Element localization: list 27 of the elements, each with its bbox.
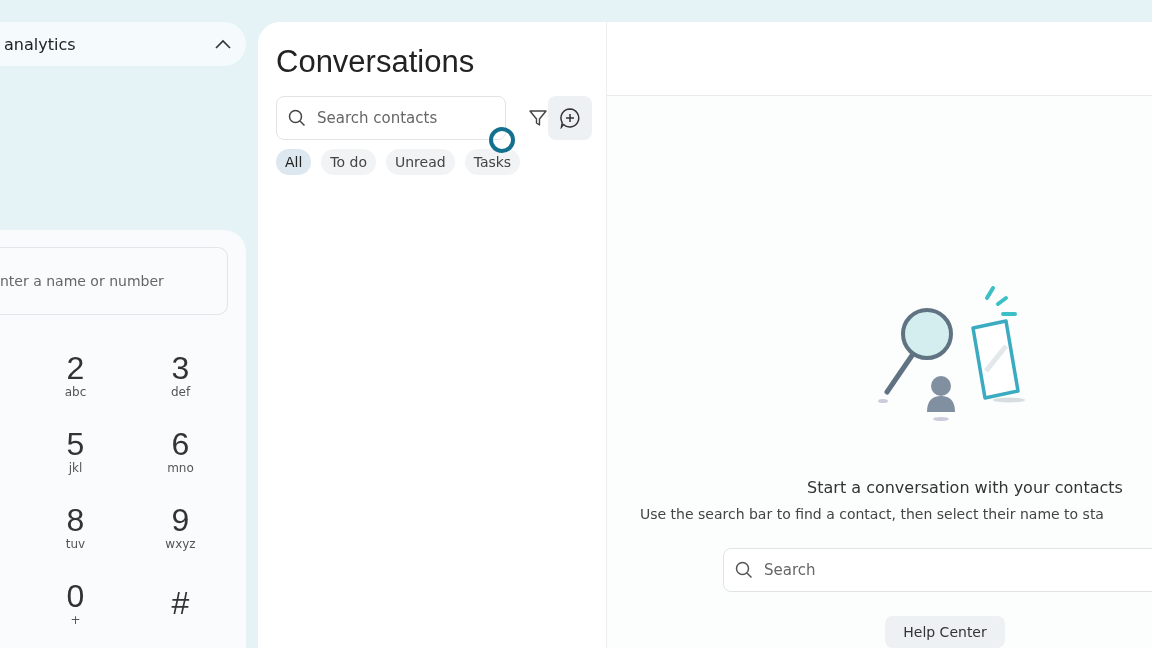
panel-title: Conversations <box>276 44 475 80</box>
dial-key[interactable]: 0 + <box>23 573 128 633</box>
help-center-button[interactable]: Help Center <box>885 616 1005 648</box>
dial-key[interactable]: 2 abc <box>23 345 128 405</box>
search-icon <box>735 561 753 579</box>
search-field[interactable]: Search <box>723 548 1152 592</box>
input-field[interactable]: nter a name or number <box>0 247 228 315</box>
chat-plus-icon <box>559 107 581 129</box>
section-title: analytics <box>4 34 76 54</box>
search-field[interactable]: Search contacts <box>276 96 506 140</box>
cursor-ring-icon <box>488 126 516 154</box>
dial-key[interactable]: # <box>128 573 233 633</box>
dial-key[interactable]: 5 jkl <box>23 421 128 481</box>
empty-state-text: Use the search bar to find a contact, then select their name to sta <box>640 506 1104 522</box>
dial-key[interactable]: 9 wxyz <box>128 497 233 557</box>
filter-chip[interactable]: Unread <box>386 149 455 175</box>
dial-key[interactable]: 3 def <box>128 345 233 405</box>
dial-key[interactable]: 6 mno <box>128 421 233 481</box>
section-header[interactable]: analytics <box>0 22 246 66</box>
filter-chip[interactable]: All <box>276 149 312 175</box>
filter-chip[interactable]: To do <box>321 149 376 175</box>
search-icon <box>288 109 306 127</box>
new-chat-button[interactable] <box>548 96 592 140</box>
filter-icon[interactable] <box>528 108 548 128</box>
empty-state-heading: Start a conversation with your contacts <box>807 478 1123 497</box>
filter-chip[interactable]: Tasks <box>464 149 521 175</box>
dial-key[interactable]: 8 tuv <box>23 497 128 557</box>
